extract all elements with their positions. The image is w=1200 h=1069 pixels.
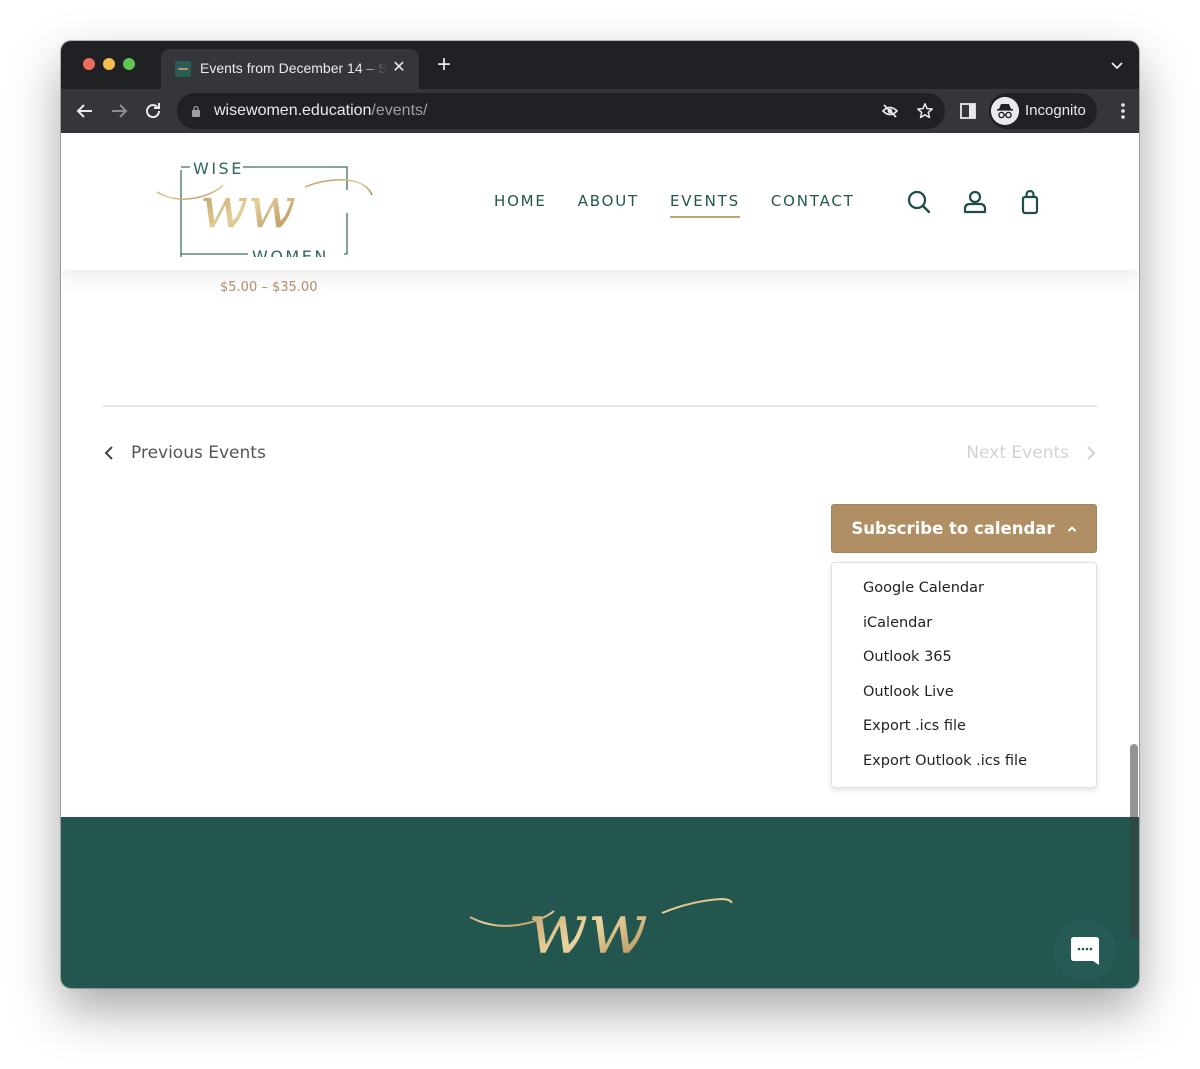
browser-window: Events from December 14 – September ✕ + … bbox=[61, 41, 1139, 988]
back-arrow-icon[interactable] bbox=[73, 99, 97, 123]
browser-toolbar: wisewomen.education/events/ Incognito bbox=[61, 89, 1139, 133]
logo-monogram: ww bbox=[200, 176, 296, 241]
nav-events[interactable]: EVENTS bbox=[669, 192, 740, 218]
footer-monogram: ww bbox=[528, 888, 648, 967]
cart-bag-icon[interactable] bbox=[1017, 189, 1043, 215]
tab-search-chevron-icon[interactable] bbox=[1109, 57, 1125, 73]
browser-menu-icon[interactable] bbox=[1121, 102, 1125, 120]
maximize-window-button[interactable] bbox=[123, 58, 135, 70]
chat-widget-button[interactable] bbox=[1053, 918, 1117, 982]
incognito-icon bbox=[991, 97, 1019, 125]
logo-bottom-word: WOMEN bbox=[252, 247, 329, 257]
wise-women-logo[interactable]: WISE WOMEN ww bbox=[155, 147, 375, 257]
account-icon[interactable] bbox=[962, 189, 988, 215]
lock-icon[interactable] bbox=[191, 105, 201, 117]
previous-events-label: Previous Events bbox=[131, 443, 266, 463]
subscribe-to-calendar-button[interactable]: Subscribe to calendar bbox=[831, 504, 1097, 553]
side-panel-icon[interactable] bbox=[959, 102, 977, 120]
close-window-button[interactable] bbox=[83, 58, 95, 70]
tab-title: Events from December 14 – September bbox=[200, 60, 388, 76]
option-outlook-365[interactable]: Outlook 365 bbox=[832, 646, 1096, 681]
new-tab-button[interactable]: + bbox=[433, 53, 455, 77]
reload-icon[interactable] bbox=[141, 99, 165, 123]
option-outlook-live[interactable]: Outlook Live bbox=[832, 681, 1096, 716]
minimize-window-button[interactable] bbox=[103, 58, 115, 70]
nav-contact[interactable]: CONTACT bbox=[771, 192, 855, 216]
web-page: WISE WOMEN ww HOME ABOUT EVENTS CONTACT bbox=[61, 133, 1139, 988]
site-header: WISE WOMEN ww HOME ABOUT EVENTS CONTACT bbox=[61, 133, 1139, 270]
close-tab-icon[interactable]: ✕ bbox=[389, 58, 409, 78]
option-icalendar[interactable]: iCalendar bbox=[832, 612, 1096, 647]
price-range: $5.00 – $35.00 bbox=[220, 280, 318, 295]
address-bar[interactable]: wisewomen.education/events/ bbox=[177, 93, 945, 129]
incognito-profile-button[interactable]: Incognito bbox=[989, 93, 1097, 129]
page-scrollbar[interactable] bbox=[1130, 744, 1138, 939]
nav-home[interactable]: HOME bbox=[494, 192, 547, 216]
next-events-link[interactable]: Next Events bbox=[966, 443, 1097, 463]
main-navigation: HOME ABOUT EVENTS CONTACT bbox=[494, 192, 886, 218]
subscribe-calendar-dropdown: Google Calendar iCalendar Outlook 365 Ou… bbox=[831, 562, 1097, 788]
option-export-outlook-ics[interactable]: Export Outlook .ics file bbox=[832, 750, 1096, 785]
nav-about[interactable]: ABOUT bbox=[578, 192, 639, 216]
subscribe-button-label: Subscribe to calendar bbox=[851, 519, 1055, 538]
url-domain: wisewomen.education bbox=[214, 102, 372, 119]
chevron-up-icon bbox=[1067, 525, 1076, 532]
chat-bubble-icon bbox=[1071, 937, 1099, 965]
next-events-label: Next Events bbox=[966, 443, 1069, 463]
url-path: /events/ bbox=[371, 102, 428, 119]
site-favicon-icon bbox=[175, 61, 191, 77]
footer-monogram-logo: ww bbox=[469, 888, 733, 967]
option-google-calendar[interactable]: Google Calendar bbox=[832, 577, 1096, 612]
forward-arrow-icon[interactable] bbox=[107, 99, 131, 123]
incognito-label: Incognito bbox=[1025, 102, 1086, 119]
browser-tab-active[interactable]: Events from December 14 – September ✕ bbox=[161, 49, 419, 89]
site-footer: ww bbox=[61, 817, 1139, 988]
browser-titlebar: Events from December 14 – September ✕ + bbox=[61, 41, 1139, 89]
previous-events-link[interactable]: Previous Events bbox=[103, 443, 266, 463]
window-controls bbox=[83, 58, 135, 70]
search-icon[interactable] bbox=[906, 189, 932, 215]
section-divider bbox=[103, 405, 1097, 407]
url-text[interactable]: wisewomen.education/events/ bbox=[214, 102, 427, 120]
chevron-left-icon bbox=[104, 446, 113, 460]
option-export-ics[interactable]: Export .ics file bbox=[832, 715, 1096, 750]
chevron-right-icon bbox=[1087, 446, 1096, 460]
eye-off-icon[interactable] bbox=[881, 102, 899, 120]
bookmark-star-icon[interactable] bbox=[916, 102, 934, 120]
